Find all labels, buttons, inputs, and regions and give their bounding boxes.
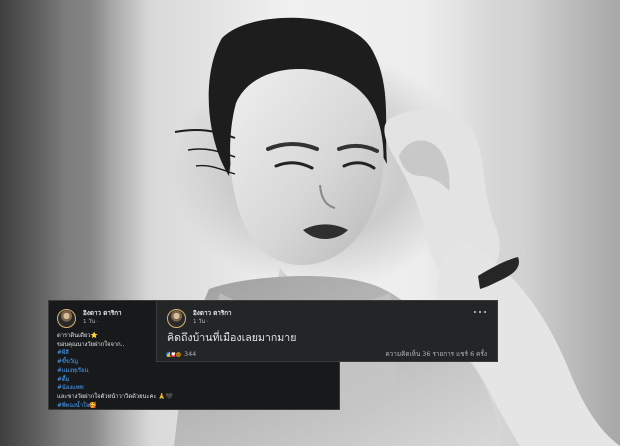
hashtag-link[interactable]: #ตื้ม (57, 376, 331, 385)
left-author-name: อิงดาว ดาริกา (83, 310, 122, 318)
facebook-post-right: อิงดาว ดาริกา 1 วัน · คิดถึงบ้านที่เมือง… (156, 300, 498, 362)
right-author-meta: อิงดาว ดาริกา 1 วัน · (193, 311, 232, 325)
left-author-avatar (57, 309, 76, 328)
hashtag-link[interactable]: #น้องแพท (57, 384, 331, 393)
right-author-name: อิงดาว ดาริกา (193, 310, 232, 318)
more-options-icon[interactable] (474, 309, 486, 315)
right-post-content: คิดถึงบ้านที่เมืองเลยมากมาย (167, 332, 297, 344)
reaction-count-group[interactable]: 👍 ♥ 😆 344 (165, 350, 196, 358)
hashtag-link[interactable]: #แมงทุเรียน (57, 367, 331, 376)
reaction-count: 344 (184, 350, 197, 358)
right-post-time: 1 วัน · (193, 318, 209, 325)
haha-icon: 😆 (175, 350, 182, 358)
right-post-header: อิงดาว ดาริกา 1 วัน · (167, 309, 487, 328)
left-author-meta: อิงดาว ดาริกา 1 วัน · (83, 311, 122, 325)
left-post-line: และขางวัยฝากใจตัวหน้าวาวิดด้วยนะคะ 🙏🖤 (57, 393, 173, 400)
news-screenshot: อิงดาว ดาริกา 1 วัน · ดาราดินเดียว⭐ ขอบค… (0, 0, 620, 446)
left-post-time: 1 วัน · (83, 318, 99, 325)
reaction-summary: 👍 ♥ 😆 344 ความคิดเห็น 36 รายการ แชร์ 6 ค… (165, 349, 487, 359)
comment-share-stats[interactable]: ความคิดเห็น 36 รายการ แชร์ 6 ครั้ง (385, 349, 487, 359)
hashtag-link[interactable]: #พี่ทองน้ำใจ🥰 (57, 402, 331, 409)
reaction-icons: 👍 ♥ 😆 (165, 350, 182, 358)
right-author-avatar (167, 309, 186, 328)
